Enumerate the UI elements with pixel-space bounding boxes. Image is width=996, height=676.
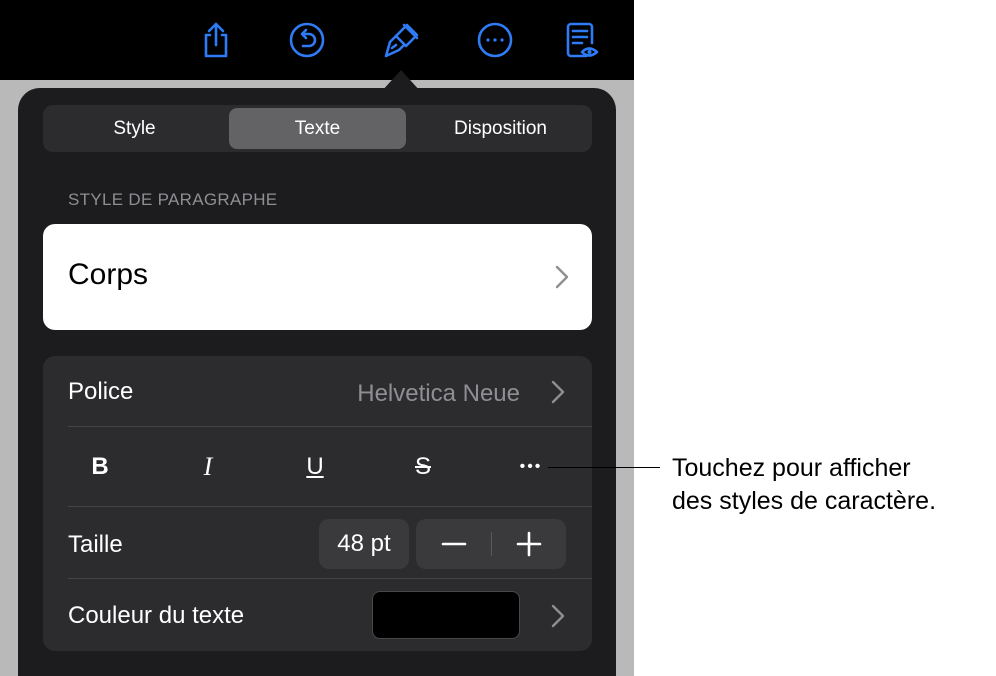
text-color-swatch[interactable]	[372, 591, 520, 639]
strikethrough-button[interactable]: S	[393, 442, 453, 492]
callout-text: Touchez pour afficher des styles de cara…	[672, 452, 936, 518]
share-icon	[204, 22, 228, 58]
minus-icon	[441, 542, 466, 546]
format-tabs: Style Texte Disposition	[43, 105, 592, 152]
paragraph-style-value: Corps	[68, 258, 149, 291]
more-icon	[477, 22, 513, 58]
increment-button[interactable]	[491, 519, 566, 569]
divider	[68, 506, 592, 507]
reader-view-icon	[566, 22, 599, 58]
callout-line-2: des styles de caractère.	[672, 487, 937, 515]
reader-view-button[interactable]	[561, 20, 601, 60]
size-field[interactable]: 48 pt	[319, 519, 409, 569]
callout-line-1: Touchez pour afficher	[672, 454, 911, 482]
tab-style[interactable]: Style	[46, 108, 223, 149]
decrement-button[interactable]	[416, 519, 491, 569]
ipad-screen: Style Texte Disposition STYLE DE PARAGRA…	[0, 0, 634, 676]
divider	[68, 426, 592, 427]
format-popover: Style Texte Disposition STYLE DE PARAGRA…	[18, 88, 616, 676]
format-button[interactable]	[381, 20, 421, 60]
chevron-right-icon	[555, 265, 569, 289]
paragraph-style-row[interactable]: Corps	[43, 224, 592, 330]
undo-button[interactable]	[287, 20, 327, 60]
bold-button[interactable]: B	[70, 442, 130, 492]
chevron-right-icon	[551, 380, 565, 404]
font-label: Police	[68, 378, 134, 405]
callout-line	[548, 467, 660, 468]
font-row[interactable]: Police Helvetica Neue	[43, 356, 592, 426]
text-color-label: Couleur du texte	[68, 602, 245, 629]
font-value: Helvetica Neue	[357, 380, 520, 407]
format-brush-icon	[384, 23, 419, 58]
italic-button[interactable]: I	[178, 442, 238, 492]
toolbar	[0, 0, 634, 80]
underline-button[interactable]: U	[285, 442, 345, 492]
text-format-group: Police Helvetica Neue B I U S ••• Taille…	[43, 356, 592, 651]
tab-disposition[interactable]: Disposition	[412, 108, 589, 149]
plus-icon	[516, 531, 541, 557]
size-stepper	[416, 519, 566, 569]
undo-icon	[289, 22, 325, 58]
more-button[interactable]	[475, 20, 515, 60]
chevron-right-icon	[551, 604, 565, 628]
paragraph-style-header: STYLE DE PARAGRAPHE	[68, 190, 278, 209]
size-label: Taille	[68, 531, 123, 558]
tab-texte[interactable]: Texte	[229, 108, 406, 149]
share-button[interactable]	[196, 20, 236, 60]
